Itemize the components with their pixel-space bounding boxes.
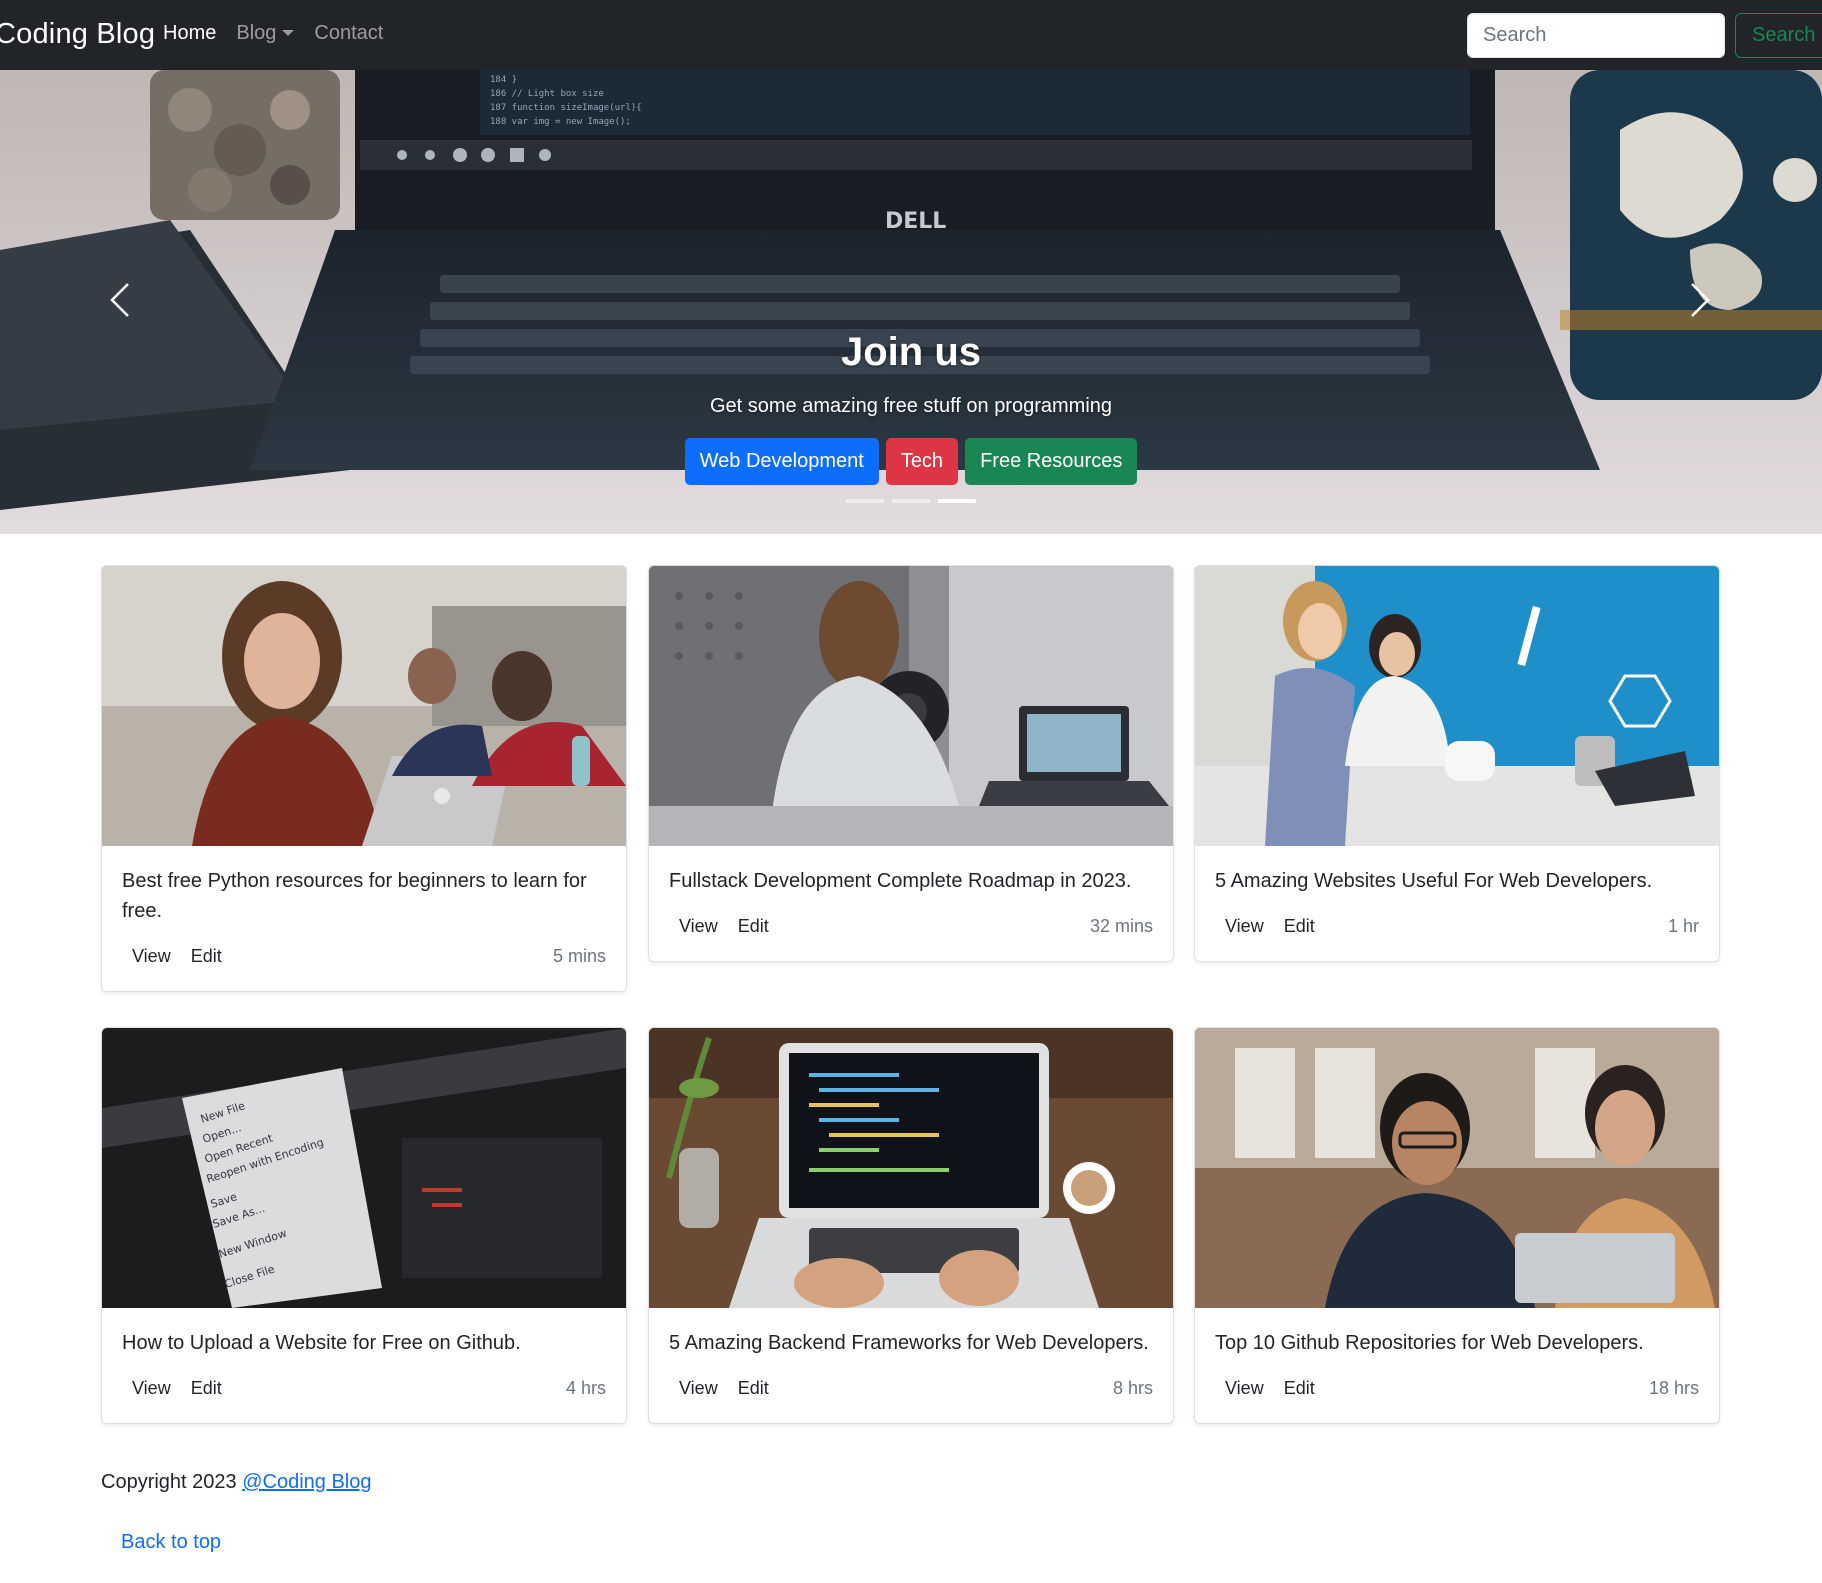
view-button[interactable]: View [122, 940, 181, 973]
carousel-indicator-1[interactable] [846, 499, 884, 503]
card-title: 5 Amazing Backend Frameworks for Web Dev… [669, 1332, 1149, 1354]
blog-card: 5 Amazing Backend Frameworks for Web Dev… [648, 1027, 1174, 1424]
nav-link-blog-label: Blog [236, 22, 277, 44]
blog-card: 5 Amazing Websites Useful For Web Develo… [1194, 565, 1720, 962]
card-actions: View Edit 32 mins [669, 910, 1153, 943]
card-body: Fullstack Development Complete Roadmap i… [649, 846, 1173, 961]
view-button[interactable]: View [1215, 1372, 1274, 1405]
blog-card: Fullstack Development Complete Roadmap i… [648, 565, 1174, 962]
back-to-top-link[interactable]: Back to top [121, 1531, 221, 1554]
carousel-prev-button[interactable] [90, 270, 150, 330]
caret-down-icon [282, 29, 295, 36]
card-actions: View Edit 1 hr [1215, 910, 1699, 943]
edit-button[interactable]: Edit [728, 910, 779, 943]
blog-card: New File Open... Open Recent Reopen with… [101, 1027, 627, 1424]
read-time: 8 hrs [1112, 1378, 1153, 1398]
carousel-caption: Join us Get some amazing free stuff on p… [0, 330, 1822, 418]
edit-button[interactable]: Edit [1274, 1372, 1325, 1405]
footer-brand-link[interactable]: @Coding Blog [242, 1471, 371, 1493]
card-title: Fullstack Development Complete Roadmap i… [669, 870, 1132, 892]
search-input[interactable] [1467, 13, 1725, 58]
view-button[interactable]: View [1215, 910, 1274, 943]
card-body: 5 Amazing Websites Useful For Web Develo… [1195, 846, 1719, 961]
carousel-indicators [0, 499, 1822, 503]
card-image-student-laptop [102, 566, 626, 846]
card-actions: View Edit 4 hrs [122, 1372, 606, 1405]
navbar: Coding Blog Home Blog Contact Search [0, 0, 1822, 70]
view-button[interactable]: View [669, 910, 728, 943]
web-development-button[interactable]: Web Development [684, 438, 879, 485]
card-actions: View Edit 8 hrs [669, 1372, 1153, 1405]
carousel-indicator-3[interactable] [938, 499, 976, 503]
read-time: 32 mins [1089, 916, 1153, 936]
card-body: Top 10 Github Repositories for Web Devel… [1195, 1308, 1719, 1423]
nav-links: Home Blog Contact [163, 22, 383, 45]
read-time: 1 hr [1667, 916, 1699, 936]
card-actions: View Edit 18 hrs [1215, 1372, 1699, 1405]
read-time: 5 mins [552, 946, 606, 966]
nav-link-blog-dropdown[interactable]: Blog [236, 22, 295, 45]
edit-button[interactable]: Edit [1274, 910, 1325, 943]
nav-link-home[interactable]: Home [163, 22, 216, 45]
tech-button[interactable]: Tech [885, 438, 959, 485]
card-body: Best free Python resources for beginners… [102, 846, 626, 991]
card-title: How to Upload a Website for Free on Gith… [122, 1332, 521, 1354]
copyright-text: Copyright 2023 [101, 1471, 237, 1493]
chevron-right-icon [1691, 283, 1710, 317]
blog-card: Best free Python resources for beginners… [101, 565, 627, 992]
view-button[interactable]: View [669, 1372, 728, 1405]
hero-title: Join us [840, 330, 982, 374]
search-button[interactable]: Search [1735, 13, 1822, 58]
hero-category-buttons: Web Development Tech Free Resources [0, 438, 1822, 485]
card-image-editor-menu: New File Open... Open Recent Reopen with… [102, 1028, 626, 1308]
nav-link-contact[interactable]: Contact [314, 22, 383, 45]
card-image-two-developers [1195, 1028, 1719, 1308]
blog-card: Top 10 Github Repositories for Web Devel… [1194, 1027, 1720, 1424]
edit-button[interactable]: Edit [181, 1372, 232, 1405]
card-image-laptop-code [649, 1028, 1173, 1308]
card-image-lab-women [1195, 566, 1719, 846]
chevron-left-icon [110, 283, 129, 317]
footer-copyright: Copyright 2023 @Coding Blog [101, 1471, 372, 1494]
edit-button[interactable]: Edit [728, 1372, 779, 1405]
card-actions: View Edit 5 mins [122, 940, 606, 973]
free-resources-button[interactable]: Free Resources [965, 438, 1138, 485]
card-body: How to Upload a Website for Free on Gith… [102, 1308, 626, 1423]
card-title: Top 10 Github Repositories for Web Devel… [1215, 1332, 1644, 1354]
brand-logo[interactable]: Coding Blog [0, 18, 155, 51]
carousel-indicator-2[interactable] [892, 499, 930, 503]
hero-carousel: 184 } 186 // Light box size 187 function… [0, 70, 1822, 534]
read-time: 18 hrs [1648, 1378, 1699, 1398]
card-title: 5 Amazing Websites Useful For Web Develo… [1215, 870, 1653, 892]
edit-button[interactable]: Edit [181, 940, 232, 973]
card-body: 5 Amazing Backend Frameworks for Web Dev… [649, 1308, 1173, 1423]
carousel-next-button[interactable] [1670, 270, 1730, 330]
view-button[interactable]: View [122, 1372, 181, 1405]
read-time: 4 hrs [565, 1378, 606, 1398]
hero-subtitle: Get some amazing free stuff on programmi… [709, 395, 1113, 417]
card-image-engineer-machine [649, 566, 1173, 846]
card-title: Best free Python resources for beginners… [122, 870, 587, 922]
